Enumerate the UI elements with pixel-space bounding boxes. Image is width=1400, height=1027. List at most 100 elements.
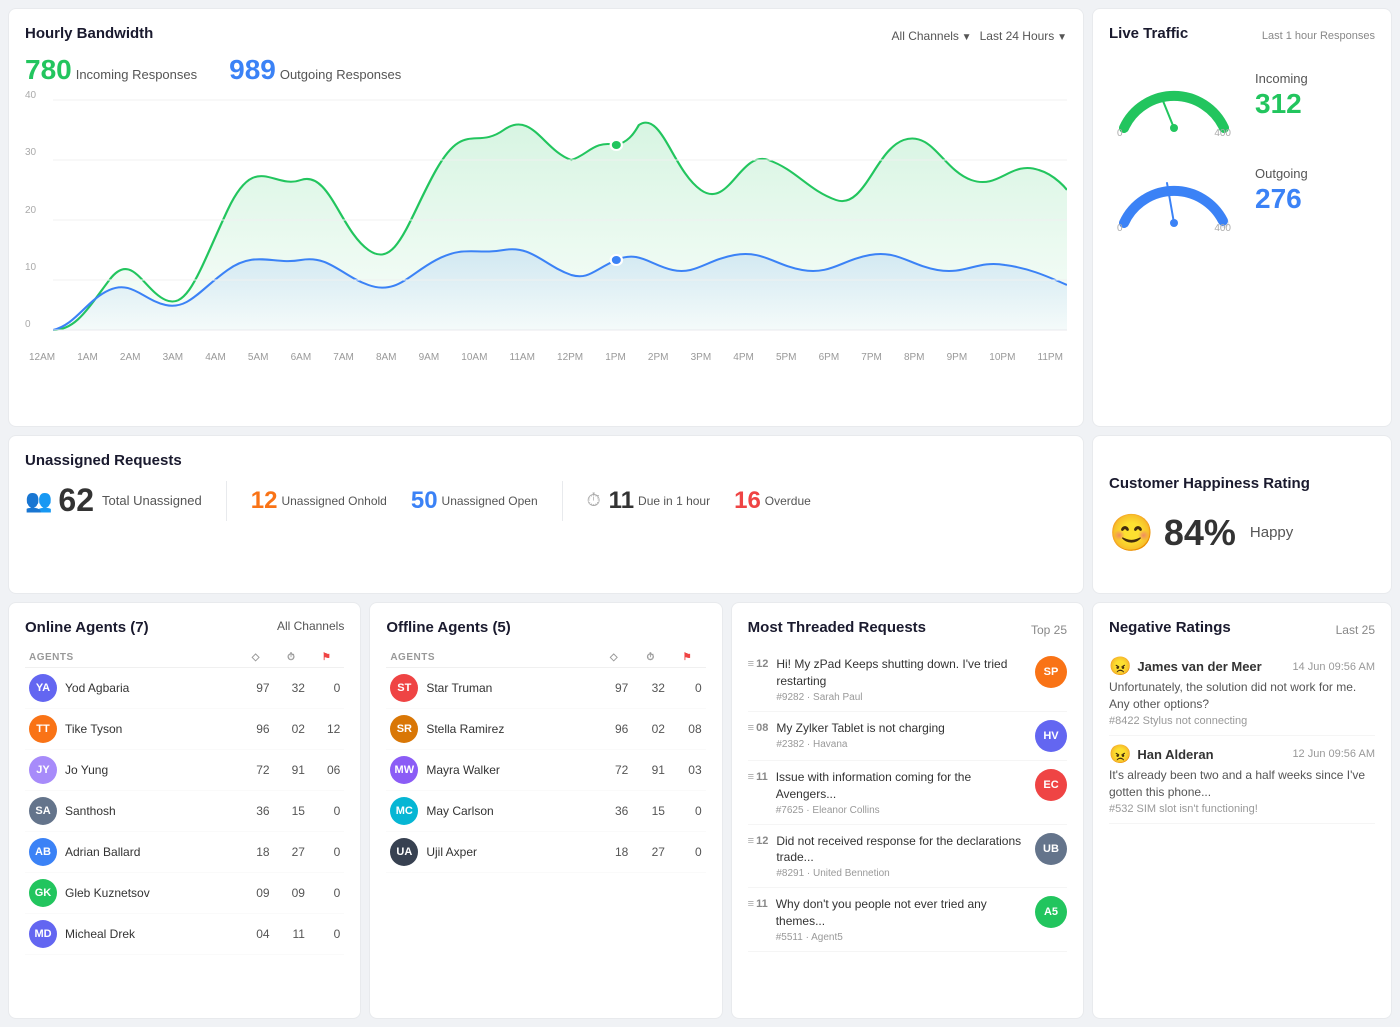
list-item: ≡12 Did not received response for the de… [748, 825, 1067, 889]
list-item: ≡08 My Zylker Tablet is not charging #23… [748, 712, 1067, 761]
table-row: TT Tike Tyson 96 02 12 [25, 709, 344, 750]
outgoing-gauge-label: Outgoing [1255, 166, 1308, 181]
col-ticket-header: ◇ [238, 648, 273, 668]
overdue-count: 16 [734, 487, 761, 515]
unassigned-stats: 👥 62 Total Unassigned 12 Unassigned Onho… [25, 481, 1067, 521]
due-label: Due in 1 hour [638, 494, 710, 508]
total-label: Total Unassigned [102, 493, 202, 508]
gauge-min-incoming: 0 [1117, 128, 1123, 139]
open-label: Unassigned Open [442, 494, 538, 508]
outgoing-gauge-count: 276 [1255, 183, 1308, 215]
divider2 [562, 481, 563, 521]
divider1 [226, 481, 227, 521]
unassigned-card: Unassigned Requests 👥 62 Total Unassigne… [8, 435, 1084, 595]
list-item: ≡11 Why don't you people not ever tried … [748, 888, 1067, 952]
bottom-row: Online Agents (7) All Channels AGENTS ◇ … [8, 602, 1392, 1019]
col-clock-header: ⏱ [274, 648, 309, 668]
table-row: ST Star Truman 97 32 0 [386, 668, 705, 709]
offline-agents-title: Offline Agents (5) [386, 619, 510, 636]
outgoing-stat: 989 Outgoing Responses [229, 54, 401, 86]
bandwidth-card: Hourly Bandwidth All Channels Last 24 Ho… [8, 8, 1084, 427]
negative-list: 😠 James van der Meer 14 Jun 09:56 AM Unf… [1109, 648, 1375, 823]
col-agents-header: AGENTS [25, 648, 238, 668]
table-row: JY Jo Yung 72 91 06 [25, 750, 344, 791]
open-badge: 50 Unassigned Open [411, 487, 538, 515]
users-icon: 👥 [25, 488, 52, 514]
offline-col-clock-header: ⏱ [632, 648, 669, 668]
offline-agents-card: Offline Agents (5) AGENTS ◇ ⏱ ⚑ ST Star … [369, 602, 722, 1019]
incoming-gauge-section: 0 400 Incoming 312 [1109, 58, 1375, 133]
table-row: MC May Carlson 36 15 0 [386, 791, 705, 832]
unassigned-title: Unassigned Requests [25, 452, 1067, 469]
smiley-icon: 😊 [1109, 512, 1154, 554]
incoming-gauge-label: Incoming [1255, 71, 1308, 86]
channels-filter[interactable]: All Channels [892, 29, 972, 43]
incoming-stat: 780 Incoming Responses [25, 54, 197, 86]
outgoing-gauge-info: Outgoing 276 [1255, 166, 1308, 215]
overdue-badge: 16 Overdue [734, 487, 811, 515]
outgoing-label: Outgoing Responses [280, 67, 401, 82]
table-row: SR Stella Ramirez 96 02 08 [386, 709, 705, 750]
happiness-card: Customer Happiness Rating 😊 84% Happy [1092, 435, 1392, 595]
angry-icon: 😠 [1109, 656, 1131, 677]
incoming-gauge-info: Incoming 312 [1255, 71, 1308, 120]
clock-icon: ⏱ [587, 490, 601, 511]
incoming-count: 780 [25, 54, 72, 85]
live-traffic-subtitle: Last 1 hour Responses [1262, 30, 1375, 42]
onhold-count: 12 [251, 487, 278, 515]
table-row: YA Yod Agbaria 97 32 0 [25, 668, 344, 709]
threaded-list: ≡12 Hi! My zPad Keeps shutting down. I'v… [748, 648, 1067, 951]
threaded-title: Most Threaded Requests [748, 619, 926, 636]
chart-x-labels: 12AM1AM2AM3AM4AM5AM6AM7AM8AM9AM10AM11AM1… [25, 352, 1067, 363]
list-item: 😠 James van der Meer 14 Jun 09:56 AM Unf… [1109, 648, 1375, 736]
col-flag-header: ⚑ [309, 648, 344, 668]
outgoing-gauge-section: 0 400 Outgoing 276 [1109, 153, 1375, 228]
table-row: GK Gleb Kuznetsov 09 09 0 [25, 873, 344, 914]
due-count: 11 [609, 487, 634, 515]
negative-filter: Last 25 [1336, 623, 1375, 637]
bandwidth-title: Hourly Bandwidth [25, 25, 153, 42]
overdue-label: Overdue [765, 494, 811, 508]
time-filter[interactable]: Last 24 Hours [980, 29, 1067, 43]
negative-ratings-card: Negative Ratings Last 25 😠 James van der… [1092, 602, 1392, 1019]
total-count: 62 [58, 482, 94, 519]
threaded-card: Most Threaded Requests Top 25 ≡12 Hi! My… [731, 602, 1084, 1019]
threaded-filter: Top 25 [1031, 623, 1067, 637]
list-item: 😠 Han Alderan 12 Jun 09:56 AM It's alrea… [1109, 736, 1375, 824]
table-row: MW Mayra Walker 72 91 03 [386, 750, 705, 791]
due-badge: ⏱ 11 Due in 1 hour [587, 487, 710, 515]
online-agents-table: AGENTS ◇ ⏱ ⚑ YA Yod Agbaria 97 32 0 TT T… [25, 648, 344, 955]
gauge-max-outgoing: 400 [1214, 223, 1231, 234]
table-row: AB Adrian Ballard 18 27 0 [25, 832, 344, 873]
table-row: UA Ujil Axper 18 27 0 [386, 832, 705, 873]
outgoing-gauge: 0 400 [1109, 153, 1239, 228]
offline-col-flag-header: ⚑ [669, 648, 706, 668]
bandwidth-chart: 403020100 [25, 90, 1067, 350]
onhold-badge: 12 Unassigned Onhold [251, 487, 387, 515]
offline-col-ticket-header: ◇ [596, 648, 633, 668]
outgoing-count: 989 [229, 54, 276, 85]
table-row: SA Santhosh 36 15 0 [25, 791, 344, 832]
gauge-min-outgoing: 0 [1117, 223, 1123, 234]
happy-percentage: 84% [1164, 512, 1236, 554]
gauge-max-incoming: 400 [1214, 128, 1231, 139]
list-item: ≡11 Issue with information coming for th… [748, 761, 1067, 825]
incoming-label: Incoming Responses [76, 67, 197, 82]
online-agents-title: Online Agents (7) [25, 619, 149, 636]
total-unassigned: 👥 62 Total Unassigned [25, 482, 202, 519]
angry-icon: 😠 [1109, 744, 1131, 765]
list-item: ≡12 Hi! My zPad Keeps shutting down. I'v… [748, 648, 1067, 712]
incoming-gauge-count: 312 [1255, 88, 1308, 120]
offline-col-agents-header: AGENTS [386, 648, 595, 668]
happy-label: Happy [1250, 524, 1293, 541]
live-traffic-title: Live Traffic [1109, 25, 1188, 42]
table-row: MD Micheal Drek 04 11 0 [25, 914, 344, 955]
onhold-label: Unassigned Onhold [281, 494, 386, 508]
online-agents-filter: All Channels [277, 619, 344, 633]
live-traffic-card: Live Traffic Last 1 hour Responses 0 400 [1092, 8, 1392, 427]
happiness-rating: 😊 84% Happy [1109, 512, 1375, 554]
offline-agents-table: AGENTS ◇ ⏱ ⚑ ST Star Truman 97 32 0 SR S… [386, 648, 705, 873]
online-agents-card: Online Agents (7) All Channels AGENTS ◇ … [8, 602, 361, 1019]
open-count: 50 [411, 487, 438, 515]
happiness-title: Customer Happiness Rating [1109, 475, 1375, 492]
